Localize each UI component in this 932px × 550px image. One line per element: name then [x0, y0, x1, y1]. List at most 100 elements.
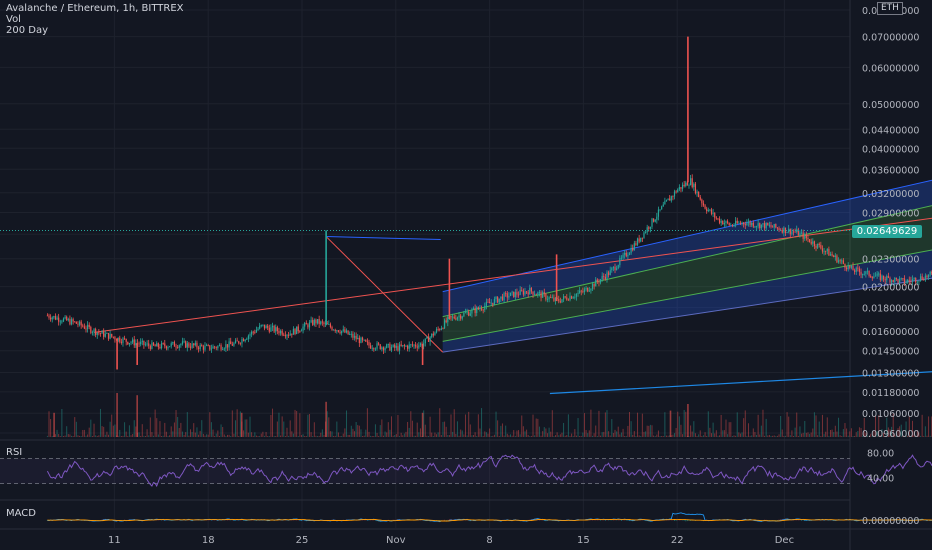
volume-indicator-label[interactable]: Vol	[6, 14, 184, 25]
candle-body	[321, 321, 323, 323]
volume-bar	[791, 430, 793, 437]
candle-body	[98, 332, 100, 334]
volume-bar	[598, 410, 600, 437]
candle-body	[461, 316, 463, 319]
candle-body	[688, 185, 690, 186]
volume-bar	[628, 412, 630, 437]
volume-bar	[360, 429, 362, 437]
volume-bar	[334, 435, 336, 437]
candle-body	[374, 348, 377, 350]
volume-bar	[765, 418, 767, 437]
volume-bar	[381, 419, 383, 437]
projection-line	[325, 236, 444, 353]
volume-bar	[694, 433, 696, 437]
candle-body	[228, 341, 230, 348]
candle-body	[74, 321, 76, 323]
volume-bar	[82, 429, 84, 437]
volume-bar	[464, 414, 466, 437]
volume-bar	[109, 421, 111, 437]
candle-body	[763, 223, 766, 229]
volume-bar	[453, 409, 455, 437]
candle-body	[453, 316, 455, 319]
volume-bar	[550, 431, 552, 437]
volume-bar	[448, 435, 450, 437]
volume-bar	[522, 426, 524, 437]
symbol-title[interactable]: Avalanche / Ethereum, 1h, BITTREX	[6, 3, 184, 14]
volume-bar	[458, 435, 460, 437]
volume-bar	[809, 433, 811, 437]
volume-bar	[354, 431, 356, 437]
candle-body	[648, 227, 650, 229]
price-tick-label: 0.01060000	[862, 409, 919, 420]
candle-body	[746, 223, 748, 226]
price-tick-label: 0.01800000	[862, 304, 919, 315]
candle-body	[247, 335, 249, 339]
candle-body	[222, 349, 224, 351]
rsi-pane-label[interactable]: RSI	[6, 447, 22, 458]
volume-bar	[471, 435, 473, 437]
macd-histogram-bar	[674, 520, 676, 521]
volume-bar	[617, 426, 619, 437]
volume-bar	[368, 431, 370, 437]
volume-bar	[817, 435, 819, 437]
candle-body	[442, 328, 444, 329]
volume-bar	[452, 431, 454, 437]
candle-body	[72, 319, 74, 322]
volume-bar	[508, 435, 510, 437]
volume-bar	[222, 427, 224, 437]
candle-body	[590, 288, 592, 291]
volume-bar	[48, 411, 50, 437]
volume-bar	[384, 431, 386, 437]
volume-bar	[294, 409, 296, 437]
volume-bar	[847, 435, 849, 437]
volume-bar	[783, 435, 785, 437]
volume-bar	[207, 434, 209, 437]
candle-body	[242, 339, 245, 342]
candle-body	[201, 345, 203, 347]
candle-body	[489, 301, 491, 304]
volume-bar	[235, 420, 237, 437]
candle-body	[334, 329, 336, 331]
candle-body	[913, 277, 915, 280]
volume-bar	[181, 431, 183, 437]
candle-body	[152, 342, 155, 346]
price-tick-label: 0.01180000	[862, 388, 919, 399]
volume-bar	[120, 436, 122, 437]
candle-body	[791, 231, 793, 235]
candle-body	[215, 347, 217, 349]
volume-bar	[342, 433, 344, 437]
volume-bar	[124, 422, 126, 437]
candle-body	[299, 331, 301, 332]
volume-bar	[69, 434, 71, 437]
candle-body	[670, 196, 672, 201]
candle-body	[873, 276, 875, 279]
volume-bar	[526, 429, 528, 437]
volume-bar	[516, 430, 518, 437]
volume-bar	[571, 433, 573, 437]
candle-body	[596, 279, 598, 282]
candle-body	[503, 293, 505, 301]
candle-body	[368, 342, 370, 346]
chart-canvas[interactable]: 0.080000000.070000000.060000000.05000000…	[0, 0, 932, 550]
candle-body	[347, 330, 349, 335]
volume-bar	[775, 435, 777, 437]
macd-pane-label[interactable]: MACD	[6, 508, 36, 519]
candle-body	[426, 336, 428, 339]
candle-body	[286, 334, 288, 337]
volume-bar	[108, 434, 110, 437]
ma-indicator-label[interactable]: 200 Day	[6, 25, 184, 36]
macd-tick-label: 0.00000000	[862, 516, 919, 527]
currency-badge[interactable]: ETH	[877, 2, 903, 15]
volume-bar	[928, 416, 930, 437]
candle-body	[199, 345, 201, 350]
candle-body	[802, 232, 804, 239]
candle-body	[262, 324, 264, 326]
volume-bar	[447, 435, 449, 437]
candle-body	[463, 312, 465, 317]
volume-bar	[424, 424, 426, 437]
candle-body	[170, 343, 172, 347]
volume-bar	[804, 420, 806, 437]
candle-body	[69, 319, 71, 325]
volume-bar	[300, 435, 302, 437]
volume-bar	[349, 434, 351, 437]
